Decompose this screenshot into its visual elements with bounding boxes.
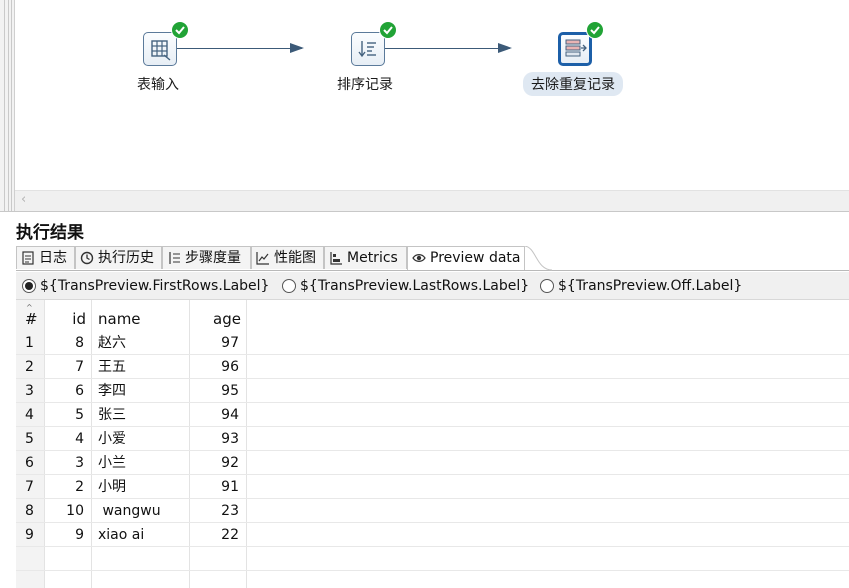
canvas-horizontal-scrollbar[interactable]: ‹ [15,190,849,212]
history-icon [80,251,94,265]
table-row-number: 2 [25,359,34,375]
step-label-sort-rows[interactable]: 排序记录 [337,74,393,94]
performance-chart-icon [256,252,269,265]
tab-log[interactable]: 日志 [16,246,75,269]
tab-metrics-label: Metrics [347,250,398,266]
panel-divider[interactable] [0,211,849,212]
step-label-unique-rows[interactable]: 去除重复记录 [523,72,623,96]
table-row-number: 3 [25,383,34,399]
radio-first-rows-label: ${TransPreview.FirstRows.Label} [40,278,270,294]
radio-last-rows[interactable]: ${TransPreview.LastRows.Label} [280,277,529,295]
table-cell-age[interactable]: 94 [191,403,239,427]
tab-performance-chart-label: 性能图 [274,250,316,266]
scroll-left-icon[interactable]: ‹ [21,192,26,207]
table-cell-name[interactable]: 王五 [98,355,126,379]
table-row-number: 1 [25,335,34,351]
table-cell-age[interactable]: 97 [191,331,239,355]
table-cell-age[interactable]: 23 [191,499,239,523]
step-table-input[interactable] [143,21,189,66]
table-cell-name[interactable]: 李四 [98,379,126,403]
table-cell-age[interactable]: 92 [191,451,239,475]
tab-metrics[interactable]: Metrics [324,246,407,269]
step-unique-rows[interactable] [558,21,604,66]
table-cell-name[interactable]: 小爱 [98,427,126,451]
table-cell-id[interactable]: 10 [44,499,84,523]
radio-dot[interactable] [540,279,554,293]
step-sort-rows[interactable] [351,21,397,66]
tab-performance-chart[interactable]: 性能图 [251,246,324,269]
results-tab-bar: 日志 执行历史 步骤度量 性能图 Metrics Preview data [16,246,849,271]
sort-rows-icon [358,41,376,58]
table-cell-age[interactable]: 91 [191,475,239,499]
log-icon [22,251,34,265]
table-cell-name[interactable]: wangwu [98,499,160,523]
tab-step-metrics-label: 步骤度量 [185,250,241,266]
table-cell-id[interactable]: 6 [44,379,84,403]
tab-history[interactable]: 执行历史 [75,246,162,269]
table-cell-id[interactable]: 5 [44,403,84,427]
table-cell-name[interactable]: xiao ai [98,523,144,547]
table-cell-id[interactable]: 9 [44,523,84,547]
table-row-number: 5 [25,431,34,447]
tab-preview-data-label: Preview data [430,250,521,266]
table-cell-id[interactable]: 7 [44,355,84,379]
radio-last-rows-label: ${TransPreview.LastRows.Label} [300,278,530,294]
table-cell-name[interactable]: 赵六 [98,331,126,355]
success-check-icon [171,21,189,39]
tab-preview-data[interactable]: Preview data [407,246,525,270]
step-metrics-icon [169,252,180,264]
table-cell-age[interactable]: 22 [191,523,239,547]
success-check-icon [379,21,397,39]
table-row-number: 8 [25,503,34,519]
table-cell-age[interactable]: 93 [191,427,239,451]
radio-dot[interactable] [22,279,36,293]
tab-history-label: 执行历史 [98,250,154,266]
tab-log-label: 日志 [39,250,67,266]
radio-first-rows[interactable]: ${TransPreview.FirstRows.Label} [20,277,269,295]
table-cell-age[interactable]: 95 [191,379,239,403]
table-cell-id[interactable]: 4 [44,427,84,451]
table-cell-age[interactable]: 96 [191,355,239,379]
radio-off[interactable]: ${TransPreview.Off.Label} [538,277,742,295]
radio-dot[interactable] [282,279,296,293]
tab-curve [524,246,552,271]
table-row-number: 7 [25,479,34,495]
left-panel-edge [0,0,15,212]
table-cell-name[interactable]: 张三 [98,403,126,427]
hop-arrow[interactable] [176,43,304,53]
preview-mode-options: ${TransPreview.FirstRows.Label} ${TransP… [16,272,849,300]
table-input-icon [151,40,171,61]
radio-off-label: ${TransPreview.Off.Label} [558,278,743,294]
table-cell-name[interactable]: 小兰 [98,451,126,475]
step-label-table-input[interactable]: 表输入 [137,74,179,94]
table-cell-id[interactable]: 3 [44,451,84,475]
table-cell-name[interactable]: 小明 [98,475,126,499]
preview-data-table[interactable]: ^ # id name age 1 8 赵六 97 2 7 王五 96 3 6 … [16,300,849,588]
success-check-icon [586,21,604,39]
execution-results-title: 执行结果 [16,223,84,243]
metrics-icon [330,252,342,265]
table-cell-id[interactable]: 2 [44,475,84,499]
table-cell-id[interactable]: 8 [44,331,84,355]
tab-step-metrics[interactable]: 步骤度量 [162,246,251,269]
table-row-number: 4 [25,407,34,423]
table-row-number: 9 [25,527,34,543]
hop-arrow[interactable] [384,43,512,53]
table-row-number: 6 [25,455,34,471]
eye-icon [412,254,426,262]
transformation-canvas[interactable]: 表输入 排序记录 去除重复记录 [15,0,849,190]
unique-rows-icon [565,39,587,57]
